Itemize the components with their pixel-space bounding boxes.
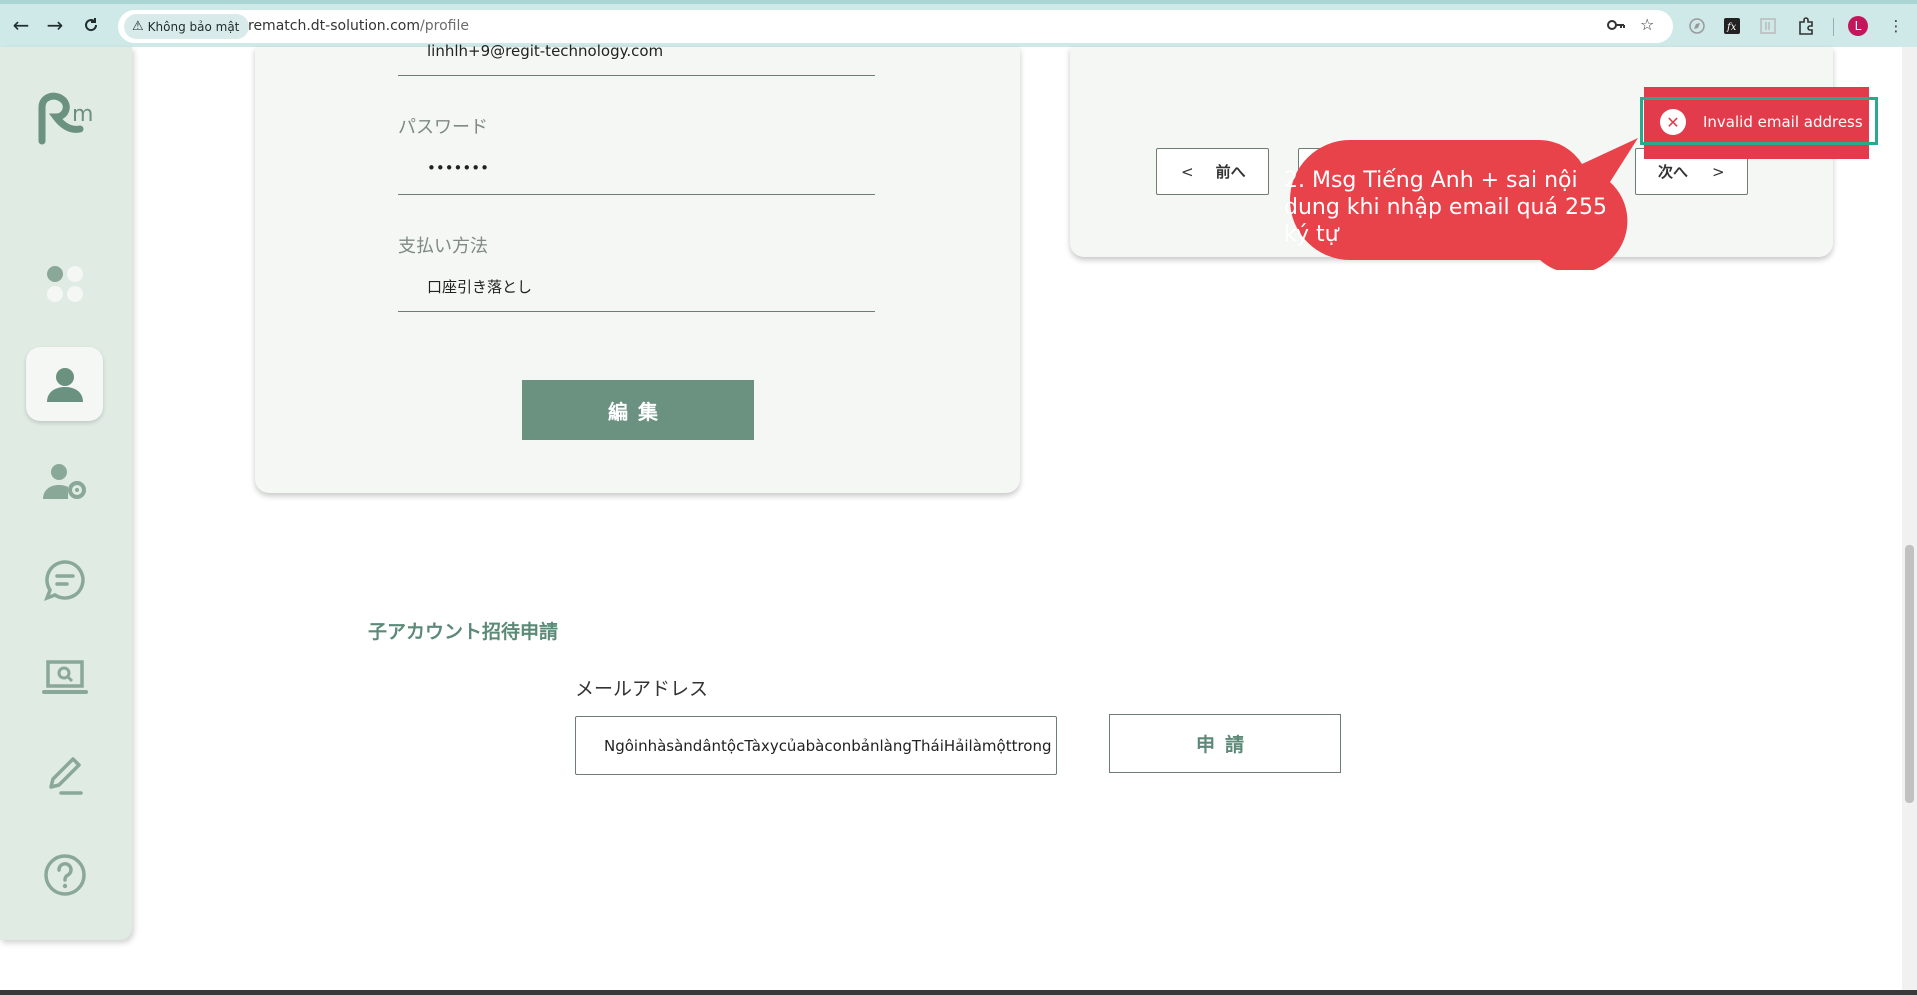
bookmark-star-icon[interactable]: ☆ xyxy=(1640,15,1654,34)
url-path: /profile xyxy=(420,18,469,34)
address-bar[interactable]: ⚠ Không bảo mật rematch.dt-solution.com/… xyxy=(118,10,1673,43)
password-label: パスワード xyxy=(398,117,488,138)
chat-icon xyxy=(43,560,85,601)
invite-section-title: 子アカウント招待申請 xyxy=(368,621,559,643)
security-chip[interactable]: ⚠ Không bảo mật xyxy=(124,14,250,39)
sidebar: m xyxy=(0,47,132,940)
scrollbar-thumb[interactable] xyxy=(1905,545,1914,803)
password-underline xyxy=(398,194,875,195)
email-value: linhlh+9@regit-technology.com xyxy=(427,42,664,60)
password-key-icon[interactable] xyxy=(1606,15,1626,39)
reload-icon[interactable] xyxy=(78,12,104,38)
toolbar-separator xyxy=(1833,18,1834,36)
extensions-puzzle-icon[interactable] xyxy=(1794,14,1818,38)
annotation-text: 2. Msg Tiếng Anh + sai nội dung khi nhập… xyxy=(1284,168,1607,247)
profile-card: linhlh+9@regit-technology.com パスワード ••••… xyxy=(255,42,1020,493)
error-x-icon[interactable]: ✕ xyxy=(1660,109,1686,135)
apply-button[interactable]: 申請 xyxy=(1109,714,1341,773)
warning-triangle-icon: ⚠ xyxy=(132,19,144,34)
extension-fx-icon[interactable]: fx xyxy=(1720,14,1744,38)
laptop-search-icon xyxy=(41,660,88,694)
toast-message: Invalid email address xyxy=(1703,113,1863,131)
svg-text:fx: fx xyxy=(1726,22,1737,33)
payment-label: 支払い方法 xyxy=(398,236,488,257)
security-label: Không bảo mật xyxy=(147,19,240,34)
invite-email-label: メールアドレス xyxy=(575,678,709,700)
sidebar-item-user-settings[interactable] xyxy=(26,444,103,518)
page-scrollbar[interactable] xyxy=(1902,47,1917,995)
back-arrow-icon[interactable]: ← xyxy=(8,12,34,38)
rematch-logo[interactable]: m xyxy=(32,89,102,153)
profile-avatar[interactable]: L xyxy=(1848,16,1868,36)
browser-menu-icon[interactable]: ⋮ xyxy=(1884,14,1908,38)
sidebar-item-search[interactable] xyxy=(26,641,103,715)
next-page-label: 次へ xyxy=(1658,163,1689,181)
invite-email-input[interactable]: NgôinhàsàndântộcTàxycủabàconbảnlàngTháiH… xyxy=(575,716,1057,775)
sidebar-item-help[interactable] xyxy=(26,838,103,912)
sidebar-item-edit[interactable] xyxy=(26,740,103,814)
pencil-icon xyxy=(48,757,83,795)
edit-button[interactable]: 編集 xyxy=(522,380,754,440)
sidebar-item-profile[interactable] xyxy=(26,347,103,421)
extension-ib-icon[interactable] xyxy=(1756,14,1780,38)
user-icon xyxy=(46,368,83,402)
sidebar-item-dashboard[interactable] xyxy=(26,247,103,321)
password-value: ••••••• xyxy=(427,159,489,177)
email-underline xyxy=(398,75,875,76)
payment-underline xyxy=(398,311,875,312)
forward-arrow-icon[interactable]: → xyxy=(42,12,68,38)
window-bottom-edge xyxy=(0,990,1917,995)
payment-value: 口座引き落とし xyxy=(427,278,533,296)
help-icon xyxy=(43,854,86,896)
user-settings-icon xyxy=(42,464,86,499)
url-text[interactable]: rematch.dt-solution.com/profile xyxy=(248,18,469,34)
chevron-left-icon: < xyxy=(1181,162,1194,181)
svg-text:m: m xyxy=(72,102,93,127)
extension-compass-icon[interactable] xyxy=(1685,14,1709,38)
url-host: rematch.dt-solution.com xyxy=(248,18,421,34)
browser-toolbar: ← → ⚠ Không bảo mật rematch.dt-solution.… xyxy=(0,0,1917,47)
dashboard-icon xyxy=(46,266,83,302)
sidebar-item-chat[interactable] xyxy=(26,543,103,617)
chevron-right-icon: > xyxy=(1712,162,1725,181)
invite-email-value: NgôinhàsàndântộcTàxycủabàconbảnlàngTháiH… xyxy=(604,736,1052,755)
